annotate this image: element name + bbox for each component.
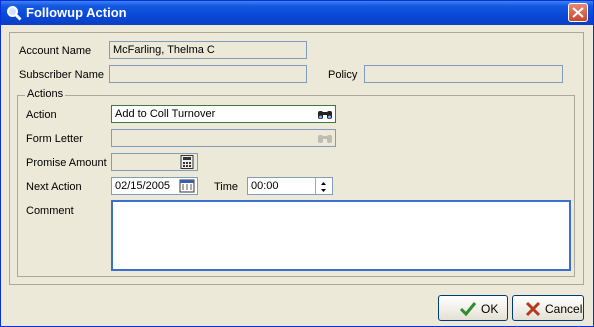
binoculars-icon[interactable] bbox=[317, 131, 333, 145]
form-letter-label: Form Letter bbox=[26, 133, 83, 145]
policy-label: Policy bbox=[328, 69, 358, 81]
account-name-label: Account Name bbox=[19, 45, 92, 57]
action-field[interactable]: Add to Coll Turnover bbox=[111, 105, 336, 123]
action-value: Add to Coll Turnover bbox=[115, 108, 216, 120]
calendar-icon[interactable] bbox=[179, 179, 195, 193]
time-spinner[interactable] bbox=[315, 178, 331, 195]
account-name-field[interactable]: McFarling, Thelma C bbox=[109, 41, 307, 59]
policy-field[interactable] bbox=[364, 65, 563, 83]
close-icon bbox=[572, 7, 584, 18]
binoculars-icon[interactable] bbox=[317, 107, 333, 121]
subscriber-name-label: Subscriber Name bbox=[19, 69, 104, 81]
magnifier-icon bbox=[6, 5, 22, 21]
close-button[interactable] bbox=[568, 3, 588, 22]
cancel-button-label: Cancel bbox=[545, 302, 583, 316]
window-title: Followup Action bbox=[26, 5, 127, 20]
promise-amount-label: Promise Amount bbox=[26, 157, 107, 169]
cancel-button[interactable]: Cancel bbox=[512, 295, 584, 321]
calculator-icon[interactable] bbox=[180, 155, 196, 169]
next-action-label: Next Action bbox=[26, 181, 82, 193]
followup-action-dialog: Followup Action Account Name McFarling, … bbox=[0, 0, 594, 327]
actions-group-title: Actions bbox=[25, 88, 66, 100]
ok-button[interactable]: OK bbox=[438, 295, 508, 321]
form-letter-field[interactable] bbox=[111, 129, 336, 147]
comment-textarea[interactable] bbox=[111, 200, 571, 271]
checkmark-icon bbox=[459, 300, 477, 318]
ok-button-label: OK bbox=[481, 302, 499, 316]
comment-label: Comment bbox=[26, 205, 74, 217]
title-bar: Followup Action bbox=[1, 1, 593, 25]
subscriber-name-field[interactable] bbox=[109, 65, 307, 83]
time-label: Time bbox=[214, 181, 239, 193]
x-icon bbox=[524, 300, 542, 318]
spin-up-icon[interactable] bbox=[315, 178, 331, 186]
spin-down-icon[interactable] bbox=[315, 186, 331, 194]
action-label: Action bbox=[26, 109, 57, 121]
